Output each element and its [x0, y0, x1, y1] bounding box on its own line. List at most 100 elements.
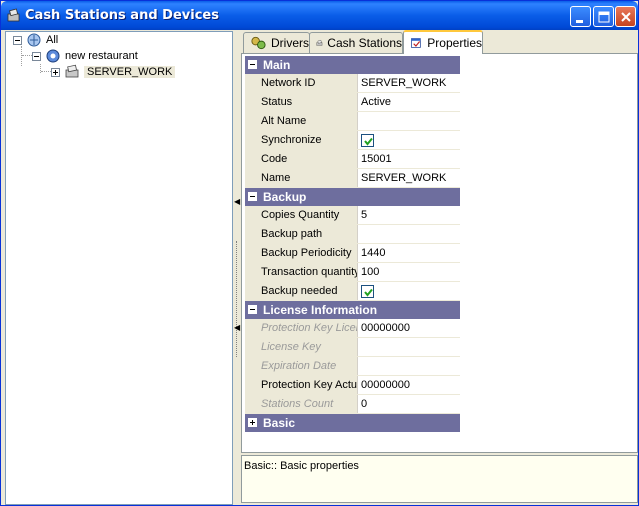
tree-item-all[interactable]: All	[13, 32, 58, 48]
property-value[interactable]	[358, 225, 460, 243]
details-pane: Drivers Cash Stations Properties Main Ne…	[241, 30, 638, 505]
synchronize-checkbox[interactable]	[361, 133, 374, 147]
property-row-license-key[interactable]: License Key	[245, 338, 460, 357]
category-license-information[interactable]: License Information	[245, 301, 460, 319]
tree-item-label: All	[46, 34, 59, 46]
property-row-name[interactable]: Name SERVER_WORK	[245, 169, 460, 188]
network-icon	[27, 33, 41, 47]
maximize-button[interactable]	[593, 6, 614, 27]
property-value[interactable]: SERVER_WORK	[358, 74, 460, 92]
category-title: License Information	[263, 302, 378, 317]
property-row-network-id[interactable]: Network ID SERVER_WORK	[245, 74, 460, 93]
row-gutter	[245, 244, 258, 262]
row-gutter	[245, 319, 258, 337]
category-title: Main	[263, 57, 291, 72]
row-gutter	[245, 169, 258, 187]
expand-icon[interactable]	[248, 418, 257, 427]
collapse-icon[interactable]	[248, 60, 257, 69]
category-basic[interactable]: Basic	[245, 414, 460, 432]
properties-icon	[411, 38, 421, 48]
property-name: Status	[258, 93, 358, 111]
property-row-synchronize[interactable]: Synchronize	[245, 131, 460, 150]
property-name: Alt Name	[258, 112, 358, 130]
property-value[interactable]: 15001	[358, 150, 460, 168]
properties-panel: Main Network ID SERVER_WORK Status Activ…	[241, 53, 638, 453]
row-gutter	[245, 225, 258, 243]
close-icon	[621, 12, 631, 22]
tree-connector	[22, 55, 32, 56]
category-main[interactable]: Main	[245, 56, 460, 74]
property-row-copies-quantity[interactable]: Copies Quantity 5	[245, 206, 460, 225]
property-name: Backup needed	[258, 282, 358, 300]
app-window: Cash Stations and Devices All new restau…	[0, 0, 639, 506]
minimize-button[interactable]	[570, 6, 591, 27]
property-row-stations-count[interactable]: Stations Count 0	[245, 395, 460, 414]
tab-properties[interactable]: Properties	[403, 30, 483, 54]
property-value[interactable]: Active	[358, 93, 460, 111]
row-gutter	[245, 131, 258, 149]
row-gutter	[245, 112, 258, 130]
property-value[interactable]: 1440	[358, 244, 460, 262]
property-value: 00000000	[358, 319, 460, 337]
property-value: 0	[358, 395, 460, 413]
tree-item-label: SERVER_WORK	[84, 66, 176, 78]
pane-splitter[interactable]: ◀ ◀	[233, 31, 241, 505]
splitter-grip	[236, 241, 238, 357]
property-name: Code	[258, 150, 358, 168]
property-value[interactable]: SERVER_WORK	[358, 169, 460, 187]
property-row-protection-key-actual[interactable]: Protection Key Actual 00000000	[245, 376, 460, 395]
checkmark-icon	[364, 288, 373, 297]
row-gutter	[245, 338, 258, 356]
tree-item-label: new restaurant	[65, 50, 138, 62]
property-value[interactable]: 100	[358, 263, 460, 281]
property-name: Expiration Date	[258, 357, 358, 375]
tab-label: Cash Stations	[327, 36, 402, 50]
restaurant-icon	[46, 49, 60, 63]
category-backup[interactable]: Backup	[245, 188, 460, 206]
title-bar[interactable]: Cash Stations and Devices	[1, 1, 638, 30]
collapse-left-arrow-icon[interactable]: ◀	[234, 323, 240, 332]
property-row-backup-periodicity[interactable]: Backup Periodicity 1440	[245, 244, 460, 263]
property-row-alt-name[interactable]: Alt Name	[245, 112, 460, 131]
tree-item-server-work[interactable]: SERVER_WORK	[51, 64, 176, 80]
category-title: Basic	[263, 415, 296, 430]
row-gutter	[245, 357, 258, 375]
property-row-protection-key-license[interactable]: Protection Key License 00000000	[245, 319, 460, 338]
property-row-transaction-quantity[interactable]: Transaction quantity 100	[245, 263, 460, 282]
row-gutter	[245, 376, 258, 394]
row-gutter	[245, 395, 258, 413]
property-name: Network ID	[258, 74, 358, 92]
property-name: Protection Key License	[258, 319, 358, 337]
tab-cash-stations[interactable]: Cash Stations	[309, 32, 403, 53]
property-value[interactable]	[358, 112, 460, 130]
property-description: Basic:: Basic properties	[241, 455, 638, 503]
row-gutter	[245, 282, 258, 300]
collapse-icon[interactable]	[248, 192, 257, 201]
property-value[interactable]: 00000000	[358, 376, 460, 394]
tree-connector	[21, 46, 22, 66]
property-row-code[interactable]: Code 15001	[245, 150, 460, 169]
close-button[interactable]	[615, 6, 636, 27]
backup-needed-checkbox[interactable]	[361, 284, 374, 298]
minimize-icon	[576, 20, 583, 23]
tree-connector	[41, 71, 51, 72]
collapse-toggle[interactable]	[32, 51, 41, 61]
property-value	[358, 282, 460, 300]
row-gutter	[245, 93, 258, 111]
tree-item-restaurant[interactable]: new restaurant	[32, 48, 138, 64]
property-row-status[interactable]: Status Active	[245, 93, 460, 112]
property-name: Copies Quantity	[258, 206, 358, 224]
property-row-expiration-date[interactable]: Expiration Date	[245, 357, 460, 376]
collapse-left-arrow-icon[interactable]: ◀	[234, 197, 240, 206]
property-value[interactable]: 5	[358, 206, 460, 224]
property-row-backup-path[interactable]: Backup path	[245, 225, 460, 244]
expand-toggle[interactable]	[51, 67, 60, 77]
property-row-backup-needed[interactable]: Backup needed	[245, 282, 460, 301]
collapse-icon[interactable]	[248, 305, 257, 314]
tab-strip: Drivers Cash Stations Properties	[241, 30, 638, 54]
tab-drivers[interactable]: Drivers	[243, 32, 310, 53]
device-tree[interactable]: All new restaurant SERVER_WORK	[5, 31, 233, 505]
collapse-toggle[interactable]	[13, 35, 22, 45]
property-value	[358, 357, 460, 375]
drivers-icon	[251, 36, 266, 50]
